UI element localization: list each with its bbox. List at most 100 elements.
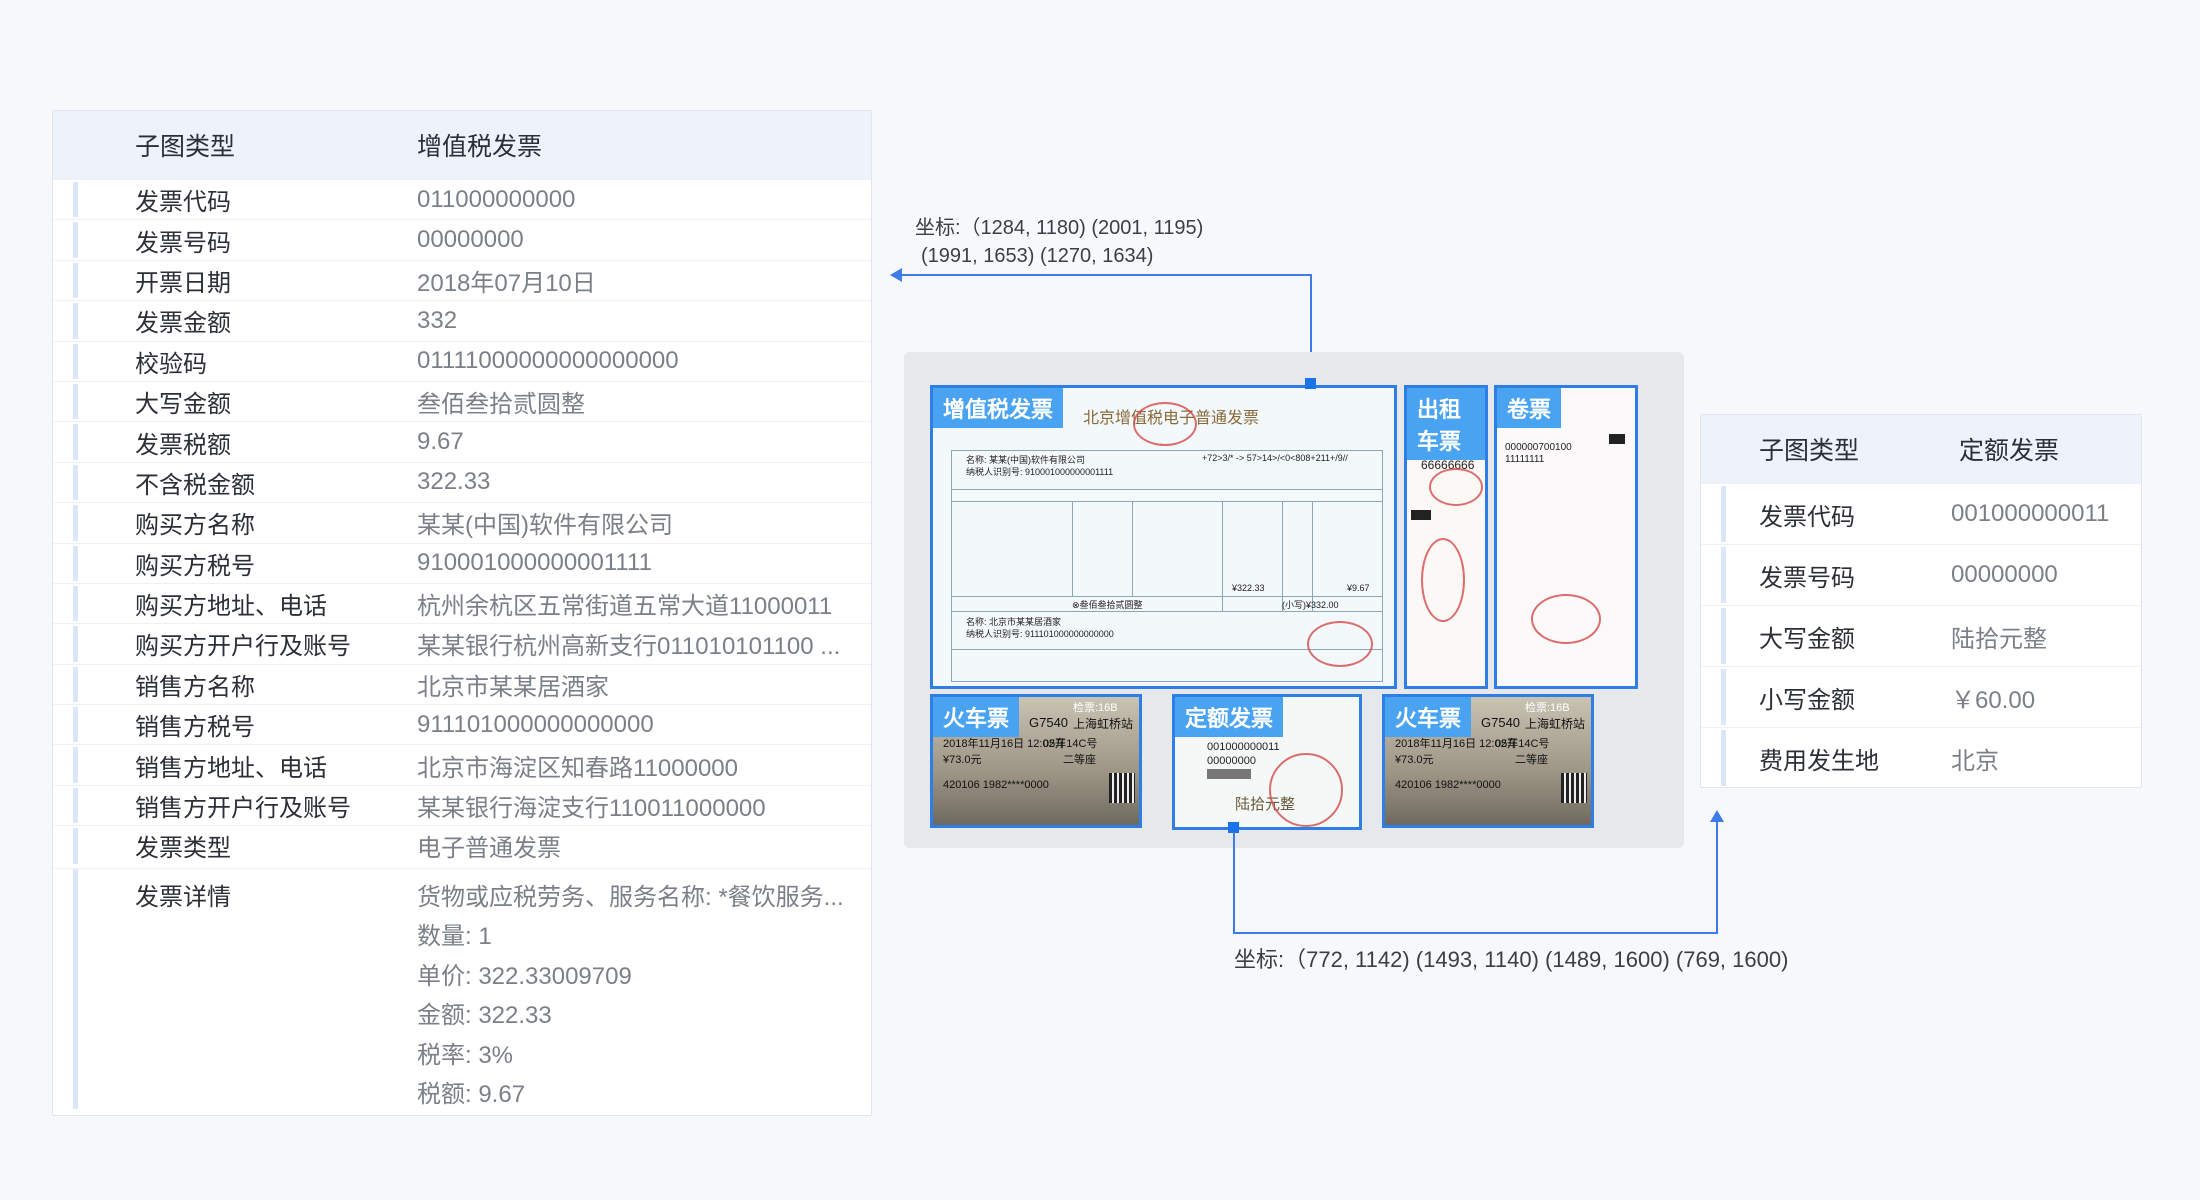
field-key: 发票代码	[135, 189, 231, 217]
field-row: 发票号码 00000000	[53, 219, 871, 259]
seller-stamp-icon	[1307, 621, 1373, 667]
row-marker	[73, 222, 78, 258]
fixed-invoice-region[interactable]: 001000000011 00000000 陆拾元整 定额发票	[1172, 694, 1362, 830]
field-key: 购买方地址、电话	[135, 593, 327, 621]
row-marker	[73, 182, 78, 218]
taxi-receipt-region[interactable]: 150000000000 66666666 出租车票	[1404, 385, 1488, 689]
field-key: 开票日期	[135, 269, 231, 297]
passenger-id: 420106 1982****0000	[1395, 779, 1501, 791]
field-value: 01111000000000000000	[417, 347, 679, 375]
qr-code-icon	[1109, 773, 1135, 803]
fixed-code: 001000000011	[1207, 741, 1280, 753]
row-marker	[1721, 669, 1726, 725]
row-marker	[73, 343, 78, 379]
row-marker	[73, 666, 78, 703]
field-row: 发票号码 00000000	[1701, 544, 2141, 605]
row-marker	[73, 262, 78, 299]
seller-tax: 纳税人识别号: 911101000000000000	[966, 629, 1114, 639]
field-value: 2018年07月10日	[417, 269, 596, 297]
row-marker	[73, 828, 78, 864]
field-key: 销售方税号	[135, 714, 255, 742]
field-row: 不含税金额 322.33	[53, 461, 871, 502]
vat-invoice-result-panel: 子图类型 增值税发票 发票代码 011000000000 发票号码 00000000 开…	[52, 110, 872, 1116]
total-tax: ¥9.67	[1347, 583, 1370, 593]
field-key: 发票税额	[135, 431, 231, 459]
total-number: (小写)¥332.00	[1282, 600, 1339, 610]
total-amount: ¥322.33	[1232, 583, 1265, 593]
row-marker	[73, 747, 78, 783]
class: 二等座	[1063, 754, 1096, 766]
vat-invoice-region[interactable]: 北京增值税电子普通发票 名称: 某某(中国)软件有限公司 纳税人识别号: 910…	[930, 385, 1397, 689]
field-key: 发票类型	[135, 835, 231, 863]
field-value: 001000000011	[1951, 500, 2110, 527]
roll-receipt-region[interactable]: 000000700100 11111111 卷票	[1494, 385, 1638, 689]
row-marker	[73, 869, 78, 1109]
field-key: 小写金额	[1759, 686, 1855, 714]
roll-code: 000000700100	[1505, 442, 1572, 453]
field-value: 电子普通发票	[417, 835, 561, 863]
vat-tag: 增值税发票	[933, 388, 1064, 428]
connector-line	[1233, 832, 1235, 934]
field-value: 北京	[1951, 747, 1999, 775]
field-key: 销售方名称	[135, 673, 255, 701]
field-row: 购买方地址、电话 杭州余杭区五常街道五常大道11000011	[53, 582, 871, 623]
field-row: 大写金额 陆拾元整	[1701, 605, 2141, 666]
field-value: 911101000000000000	[417, 710, 654, 738]
field-value: 杭州余杭区五常街道五常大道11000011	[417, 593, 833, 621]
row-marker	[73, 545, 78, 581]
train-tag-2: 火车票	[1385, 697, 1472, 737]
row-marker	[1721, 608, 1726, 664]
field-row: 发票类型 电子普通发票	[53, 825, 871, 865]
train-ticket-region-2[interactable]: 检票:16B G7540 上海虹桥站 2018年11月16日 12:02开 ¥7…	[1382, 694, 1594, 828]
coord-label-bottom: 坐标:（772, 1142) (1493, 1140) (1489, 1600)…	[1234, 947, 1789, 972]
connector-line	[1233, 932, 1718, 934]
detail-line: 金额: 322.33	[417, 1002, 552, 1030]
redaction-mark	[1609, 434, 1625, 444]
row-marker	[73, 585, 78, 622]
class: 二等座	[1515, 754, 1548, 766]
field-key: 大写金额	[135, 391, 231, 419]
row-marker	[73, 424, 78, 460]
train-number: G7540	[1029, 715, 1069, 730]
field-value: ￥60.00	[1951, 686, 2036, 714]
field-value: 叁佰叁拾贰圆整	[417, 391, 585, 419]
total-capital: ⊗叁佰叁拾贰圆整	[1072, 600, 1143, 610]
train-ticket-region-1[interactable]: 检票:16B G7540 上海虹桥站 2018年11月16日 12:02开 ¥7…	[930, 694, 1142, 828]
field-key: 发票金额	[135, 310, 231, 338]
coord-line-1: 坐标:（1284, 1180) (2001, 1195)	[915, 217, 1204, 239]
document-image-stage: 北京增值税电子普通发票 名称: 某某(中国)软件有限公司 纳税人识别号: 910…	[904, 352, 1684, 848]
field-key: 发票号码	[1759, 564, 1855, 592]
roll-tag: 卷票	[1497, 388, 1562, 428]
field-value: 00000000	[1951, 561, 2058, 588]
row-marker	[1721, 486, 1726, 542]
seat: 05车14C号	[1043, 738, 1098, 750]
field-value: 陆拾元整	[1951, 625, 2047, 653]
field-row: 大写金额 叁佰叁拾贰圆整	[53, 380, 871, 421]
field-key: 销售方地址、电话	[135, 754, 327, 782]
row-marker	[1721, 547, 1726, 603]
field-key: 发票代码	[1759, 503, 1855, 531]
row-marker	[73, 383, 78, 420]
redaction-mark	[1411, 510, 1431, 520]
train-number: G7540	[1481, 715, 1521, 730]
detail-key: 发票详情	[135, 884, 231, 911]
connector-line	[1716, 818, 1718, 934]
field-list: 发票代码 011000000000 发票号码 00000000 开票日期 2018年07月…	[53, 179, 871, 866]
header-key: 子图类型	[1759, 437, 1860, 465]
invoice-detail-block: 发票详情 货物或应税劳务、服务名称: *餐饮服务... 数量: 1 单价: 322.…	[53, 868, 871, 1109]
detail-line: 数量: 1	[417, 923, 492, 951]
station: 上海虹桥站	[1073, 717, 1134, 731]
stamp-icon	[1269, 753, 1343, 827]
field-row: 销售方开户行及账号 某某银行海淀支行110011000000	[53, 784, 871, 825]
field-row: 销售方名称 北京市某某居酒家	[53, 663, 871, 704]
check-gate: 检票:16B	[1525, 702, 1570, 714]
field-key: 购买方税号	[135, 552, 255, 580]
field-key: 购买方名称	[135, 512, 255, 540]
cipher-text: +72>3/* -> 57>14>/<0<808+211+/9//	[1202, 453, 1348, 463]
detail-line: 货物或应税劳务、服务名称: *餐饮服务...	[417, 884, 844, 911]
field-value: 00000000	[417, 226, 524, 254]
field-key: 校验码	[135, 350, 207, 378]
row-marker	[73, 707, 78, 743]
taxi-tag: 出租车票	[1407, 388, 1485, 460]
price: ¥73.0元	[943, 754, 982, 766]
